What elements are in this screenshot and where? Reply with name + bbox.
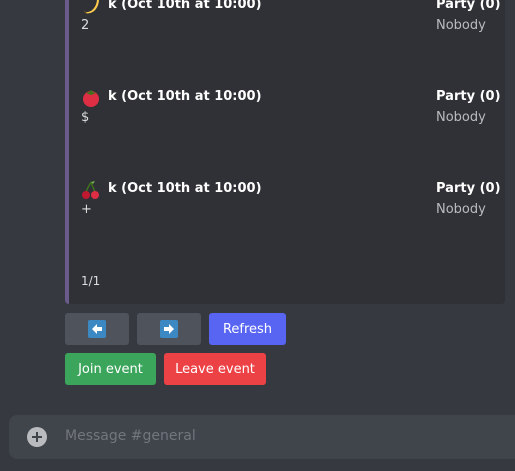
event-title: k (Oct 10th at 10:00) (108, 0, 262, 12)
leave-event-button[interactable]: Leave event (164, 353, 266, 385)
party-title: Party (0) (436, 181, 501, 196)
message-input-placeholder[interactable]: Message #general (65, 428, 196, 444)
join-event-button[interactable]: Join event (65, 353, 156, 385)
event-title: k (Oct 10th at 10:00) (108, 181, 262, 196)
previous-page-button[interactable] (65, 313, 129, 345)
cherries-icon (81, 180, 101, 200)
refresh-button[interactable]: Refresh (209, 313, 286, 345)
arrow-right-icon (160, 320, 178, 338)
banana-icon (81, 0, 101, 16)
event-title: k (Oct 10th at 10:00) (108, 89, 262, 104)
event-description: + (81, 202, 92, 217)
party-title: Party (0) (436, 0, 501, 12)
arrow-left-icon (88, 320, 106, 338)
add-attachment-icon[interactable] (27, 427, 47, 447)
party-members: Nobody (436, 202, 486, 217)
party-members: Nobody (436, 110, 486, 125)
event-description: 2 (81, 18, 90, 33)
event-embed: k (Oct 10th at 10:00) 2 Party (0) Nobody… (65, 0, 505, 304)
message-composer[interactable]: Message #general (9, 415, 515, 459)
tomato-icon (81, 88, 101, 108)
event-description: $ (81, 110, 90, 125)
page-indicator: 1/1 (81, 274, 101, 288)
next-page-button[interactable] (137, 313, 201, 345)
party-members: Nobody (436, 18, 486, 33)
party-title: Party (0) (436, 89, 501, 104)
